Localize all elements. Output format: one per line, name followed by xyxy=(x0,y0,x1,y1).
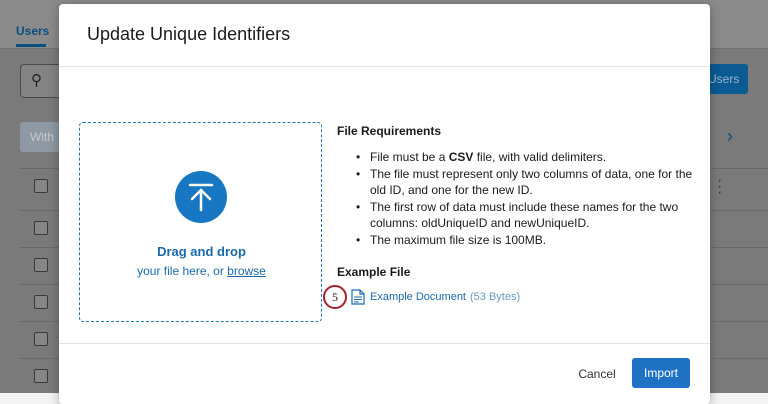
step-number-badge: 5 xyxy=(323,285,347,309)
footer-divider xyxy=(59,343,710,344)
requirement-text: The maximum file size is 100MB. xyxy=(370,232,547,247)
requirements-list: File must be a CSV file, with valid deli… xyxy=(337,149,707,248)
dropzone-title: Drag and drop xyxy=(157,244,246,259)
with-selected-button[interactable]: With xyxy=(20,122,60,152)
import-button[interactable]: Import xyxy=(632,358,690,388)
row-checkbox[interactable] xyxy=(34,221,48,235)
update-identifiers-dialog: Update Unique Identifiers Drag and drop … xyxy=(59,4,710,404)
requirement-text: The first row of data must include these… xyxy=(370,199,679,231)
tab-active-indicator xyxy=(16,44,46,47)
requirement-text: file, with valid delimiters. xyxy=(473,150,607,164)
upload-icon xyxy=(175,171,227,223)
row-checkbox[interactable] xyxy=(34,258,48,272)
dialog-title: Update Unique Identifiers xyxy=(87,24,291,44)
browse-link[interactable]: browse xyxy=(227,264,266,278)
list-item: The first row of data must include these… xyxy=(356,199,707,232)
row-checkbox[interactable] xyxy=(34,179,48,193)
document-icon xyxy=(351,289,365,305)
dropzone-subtitle-text: your file here, or xyxy=(137,264,228,278)
search-button[interactable]: ⚲ xyxy=(20,64,62,98)
example-file-row: Example Document (53 Bytes) xyxy=(351,288,520,306)
list-item: The maximum file size is 100MB. xyxy=(356,232,707,249)
header-divider xyxy=(59,66,710,67)
example-file-size: (53 Bytes) xyxy=(470,291,521,303)
chevron-right-icon[interactable]: › xyxy=(727,126,733,147)
dropzone-subtitle: your file here, or browse xyxy=(80,264,323,278)
row-checkbox[interactable] xyxy=(34,332,48,346)
search-icon: ⚲ xyxy=(31,72,42,89)
list-item: File must be a CSV file, with valid deli… xyxy=(356,149,707,166)
requirements-title: File Requirements xyxy=(337,124,442,138)
example-file-title: Example File xyxy=(337,265,411,279)
cancel-button[interactable]: Cancel xyxy=(568,360,626,388)
file-dropzone[interactable]: Drag and drop your file here, or browse xyxy=(79,122,322,322)
requirement-text: File must be a xyxy=(370,150,449,164)
requirement-bold: CSV xyxy=(448,150,474,164)
row-checkbox[interactable] xyxy=(34,295,48,309)
row-checkbox[interactable] xyxy=(34,369,48,383)
more-options-icon[interactable]: · · · xyxy=(717,173,725,201)
example-document-link[interactable]: Example Document xyxy=(370,291,466,303)
requirement-text: The file must represent only two columns… xyxy=(370,166,693,198)
list-item: The file must represent only two columns… xyxy=(356,166,707,199)
tab-users[interactable]: Users xyxy=(16,24,49,38)
